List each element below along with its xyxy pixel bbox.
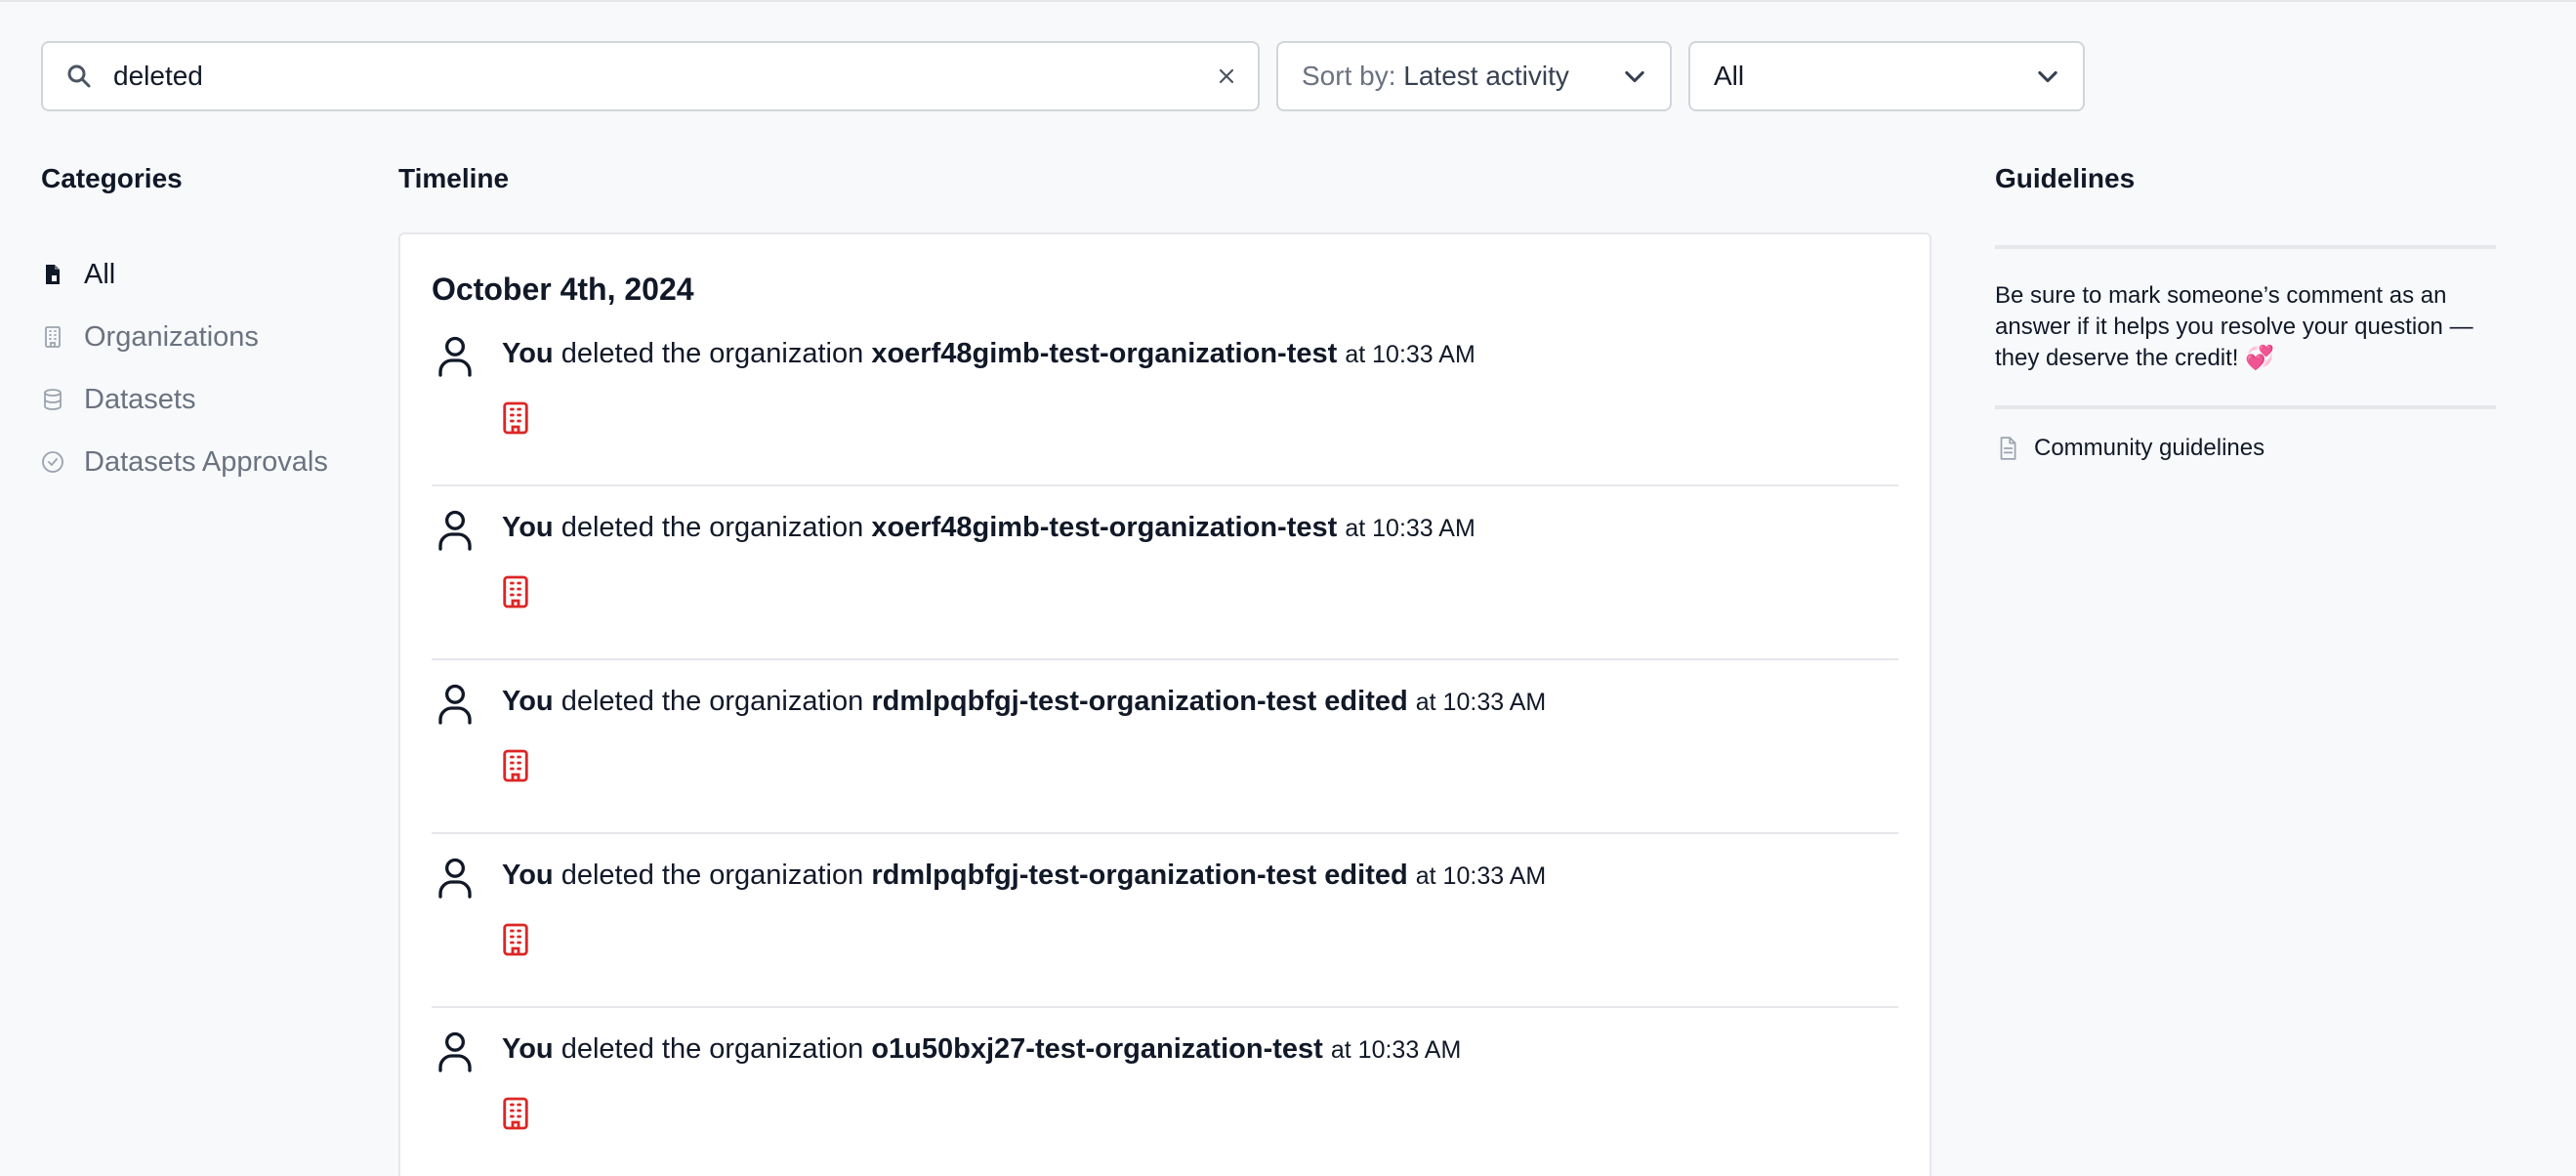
clear-search-icon[interactable]	[1215, 64, 1238, 88]
timeline-card: October 4th, 2024 You deleted the organi…	[398, 232, 1932, 1176]
activity-page: Sort by: Latest activity All Categories	[0, 0, 2576, 1176]
building-icon	[503, 923, 528, 956]
timeline-entry: You deleted the organization xoerf48gimb…	[432, 313, 1898, 486]
entry-action: deleted the organization	[561, 338, 864, 369]
document-icon	[41, 263, 64, 286]
community-guidelines-label: Community guidelines	[2034, 435, 2265, 461]
entry-action: deleted the organization	[561, 1033, 864, 1065]
filter-select[interactable]: All	[1688, 41, 2085, 111]
sort-value: Latest activity	[1403, 61, 1569, 91]
category-label: All	[84, 258, 116, 290]
entry-target-link[interactable]: o1u50bxj27-test-organization-test	[871, 1033, 1322, 1065]
entry-action: deleted the organization	[561, 860, 864, 891]
database-icon	[41, 388, 64, 411]
timeline-entry: You deleted the organization xoerf48gimb…	[432, 486, 1898, 660]
timeline-entry: You deleted the organization rdmlpqbfgj-…	[432, 660, 1898, 834]
timeline-entry: You deleted the organization o1u50bxj27-…	[432, 1008, 1898, 1176]
entry-time: at 10:33 AM	[1330, 1036, 1462, 1064]
building-icon	[503, 749, 528, 782]
entry-time: at 10:33 AM	[1345, 515, 1475, 542]
entry-time: at 10:33 AM	[1345, 341, 1475, 368]
entry-target-link[interactable]: rdmlpqbfgj-test-organization-test edited	[871, 860, 1407, 891]
timeline-entry: You deleted the organization rdmlpqbfgj-…	[432, 834, 1898, 1008]
entry-time: at 10:33 AM	[1415, 862, 1547, 890]
user-icon	[438, 1031, 472, 1072]
timeline-entry-text: You deleted the organization xoerf48gimb…	[502, 334, 1475, 374]
sort-prefix: Sort by:	[1302, 61, 1396, 91]
sort-select[interactable]: Sort by: Latest activity	[1276, 41, 1672, 111]
entry-target-link[interactable]: xoerf48gimb-test-organization-test	[871, 512, 1337, 543]
category-item-datasets-approvals[interactable]: Datasets Approvals	[41, 431, 328, 493]
entry-time: at 10:33 AM	[1415, 689, 1547, 716]
timeline-entries: You deleted the organization xoerf48gimb…	[432, 313, 1898, 1176]
timeline-heading: Timeline	[398, 163, 510, 193]
guidelines-divider-bottom	[1995, 405, 2496, 409]
entry-action: deleted the organization	[561, 512, 864, 543]
guidelines-heading: Guidelines	[1995, 163, 2136, 193]
category-label: Organizations	[84, 320, 259, 353]
community-guidelines-link[interactable]: Community guidelines	[1995, 435, 2264, 462]
category-item-all[interactable]: All	[41, 243, 328, 306]
user-icon	[438, 858, 472, 899]
timeline-entry-text: You deleted the organization o1u50bxj27-…	[502, 1029, 1461, 1070]
guidelines-divider-top	[1995, 245, 2496, 249]
building-icon	[503, 1097, 528, 1130]
category-item-datasets[interactable]: Datasets	[41, 368, 328, 431]
timeline-entry-text: You deleted the organization rdmlpqbfgj-…	[502, 682, 1546, 722]
building-icon	[503, 401, 528, 435]
user-icon	[438, 684, 472, 725]
categories-heading: Categories	[41, 163, 183, 193]
entry-actor: You	[502, 512, 554, 543]
sort-label: Sort by: Latest activity	[1302, 61, 1569, 92]
check-circle-icon	[41, 450, 64, 474]
category-item-organizations[interactable]: Organizations	[41, 306, 328, 368]
document-icon	[2000, 437, 2016, 460]
filter-value: All	[1714, 61, 1745, 91]
entry-target-link[interactable]: xoerf48gimb-test-organization-test	[871, 338, 1337, 369]
toolbar: Sort by: Latest activity All	[41, 41, 2085, 111]
user-icon	[438, 336, 472, 377]
timeline-entry-text: You deleted the organization rdmlpqbfgj-…	[502, 856, 1546, 896]
user-icon	[438, 510, 472, 551]
building-icon	[503, 575, 528, 609]
entry-actor: You	[502, 1033, 554, 1065]
timeline-entry-text: You deleted the organization xoerf48gimb…	[502, 508, 1475, 548]
entry-target-link[interactable]: rdmlpqbfgj-test-organization-test edited	[871, 686, 1407, 717]
category-list: All Organizations Datasets Datasets Appr…	[41, 243, 328, 493]
chevron-down-icon	[2038, 70, 2057, 83]
category-label: Datasets	[84, 383, 196, 415]
entry-actor: You	[502, 686, 554, 717]
entry-actor: You	[502, 338, 554, 369]
search-icon	[67, 64, 91, 88]
timeline-date: October 4th, 2024	[432, 272, 694, 307]
guidelines-text: Be sure to mark someone’s comment as an …	[1995, 282, 2473, 371]
category-label: Datasets Approvals	[84, 445, 328, 478]
building-icon	[41, 325, 64, 349]
chevron-down-icon	[1625, 70, 1644, 83]
search-input[interactable]	[113, 61, 1215, 92]
entry-action: deleted the organization	[561, 686, 864, 717]
entry-actor: You	[502, 860, 554, 891]
search-box[interactable]	[41, 41, 1260, 111]
